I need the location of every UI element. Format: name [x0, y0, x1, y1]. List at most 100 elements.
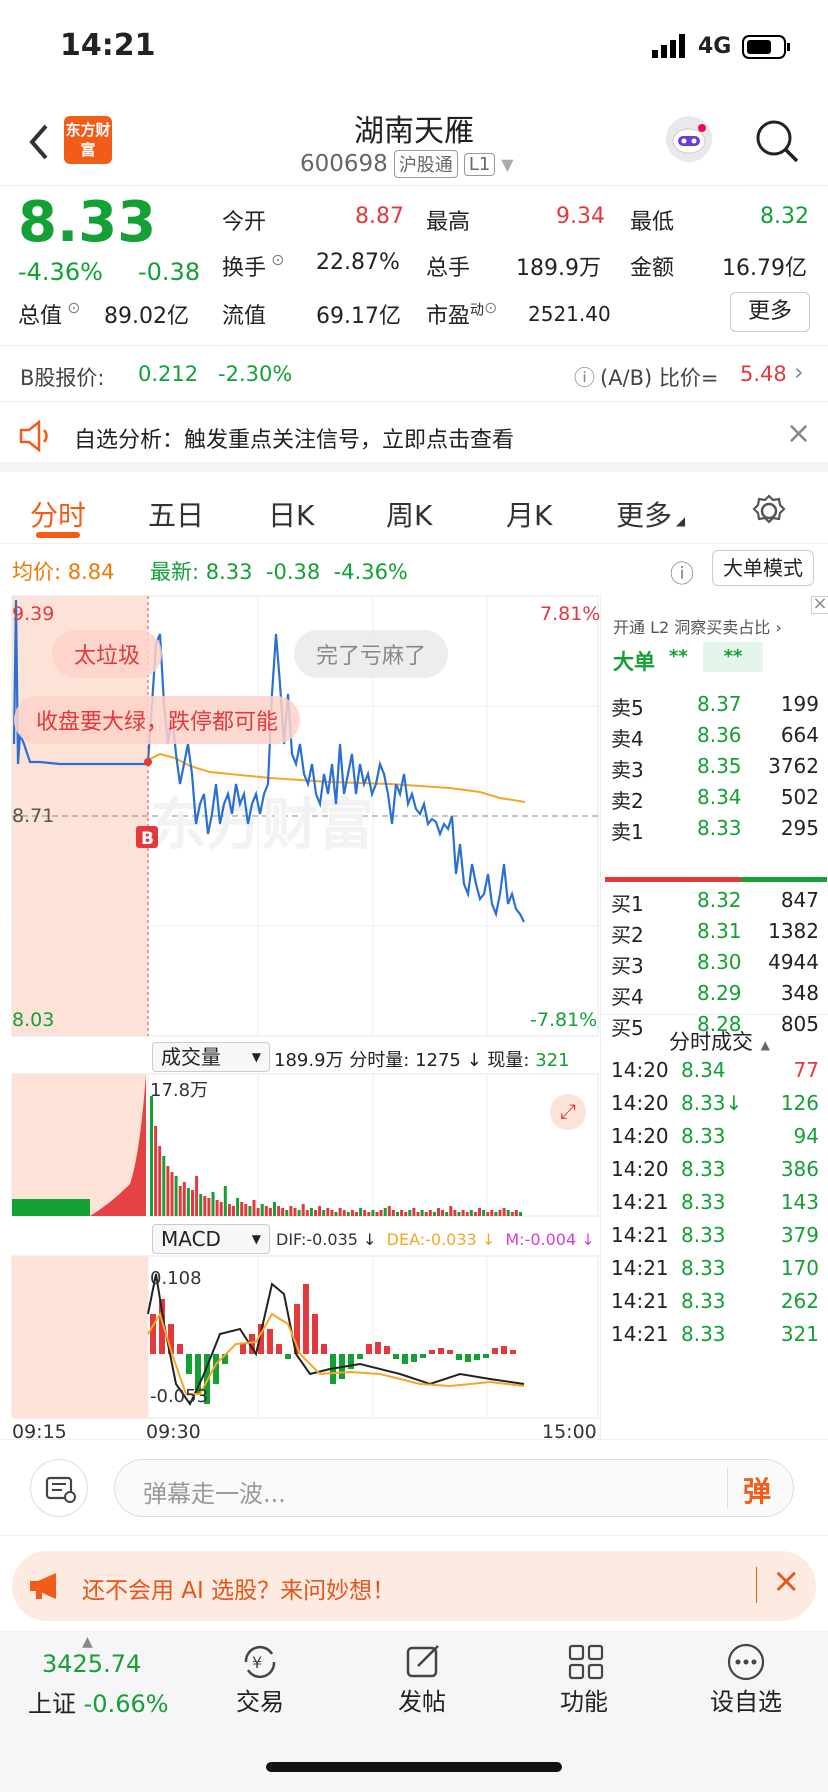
info-icon[interactable]: ⊙ — [266, 250, 284, 269]
volume-bar — [396, 1212, 399, 1216]
volume-bar — [158, 1146, 162, 1216]
volume-bar — [191, 1190, 194, 1216]
trade-time: 14:20 — [611, 1058, 669, 1082]
buy-level-row[interactable]: 买3 8.30 4944 — [601, 950, 828, 981]
avg-price: 均价: 8.84 — [12, 560, 115, 584]
index-value[interactable]: 3425.74 — [42, 1650, 141, 1678]
b-share-row[interactable]: B股报价: 0.212 -2.30% ⓘ (A/B) 比价= 5.48 › — [0, 346, 828, 402]
big-order-mode-button[interactable]: 大单模式 — [712, 550, 814, 586]
close-icon[interactable]: × — [786, 416, 811, 451]
level-price: 8.37 — [697, 692, 742, 716]
trades-title[interactable]: 分时成交 ▲ — [669, 1026, 770, 1056]
trade-volume: 321 — [780, 1322, 819, 1346]
trade-price: 8.33 — [681, 1223, 726, 1247]
buy-order-book: 买1 8.32 847 买2 8.31 1382 买3 8.30 4944 买4 8.29 348 买5… — [601, 882, 828, 1043]
search-icon[interactable] — [754, 118, 800, 168]
ab-ratio-value: 5.48 — [740, 362, 787, 386]
big-order-label: 大单 — [613, 650, 655, 674]
nav-post[interactable]: 发帖 — [398, 1682, 446, 1717]
volume-bar — [408, 1210, 412, 1216]
tab-monthly-k[interactable]: 月K — [506, 494, 552, 534]
settings-gear-icon[interactable] — [752, 494, 786, 532]
nav-functions[interactable]: 功能 — [560, 1682, 608, 1717]
more-dots-icon[interactable] — [726, 1642, 766, 1686]
level-label: 卖2 — [611, 789, 644, 813]
nav-trade[interactable]: 交易 — [236, 1682, 284, 1717]
tab-daily-k[interactable]: 日K — [268, 494, 314, 534]
trade-price: 8.34 — [681, 1058, 726, 1082]
more-button[interactable]: 更多 — [730, 292, 810, 332]
trade-row: 14:21 8.33 143 — [601, 1190, 828, 1223]
macd-bar — [447, 1350, 453, 1354]
sell-level-row[interactable]: 卖5 8.37 199 — [601, 692, 828, 723]
sell-level-row[interactable]: 卖1 8.33 295 — [601, 816, 828, 847]
sell-level-row[interactable]: 卖3 8.35 3762 — [601, 754, 828, 785]
trade-time: 14:20 — [611, 1124, 669, 1148]
help-icon[interactable]: ⓘ — [670, 554, 694, 589]
volume-bar — [338, 1208, 342, 1216]
volume-bar — [244, 1204, 248, 1216]
divider — [727, 1468, 728, 1508]
trade-list: 14:20 8.34 77 14:20 8.33↓ 126 14:20 8.33 94 14:20… — [601, 1058, 828, 1355]
index-row[interactable]: 上证 -0.66% — [28, 1684, 169, 1719]
danmaku-settings-icon[interactable] — [30, 1459, 88, 1517]
level-volume: 4944 — [768, 950, 819, 974]
trade-time: 14:20 — [611, 1091, 669, 1115]
robot-assistant-icon[interactable] — [666, 116, 712, 162]
close-icon[interactable]: × — [772, 1561, 801, 1601]
macd-indicator-select[interactable]: MACD ▼ — [152, 1224, 270, 1254]
amount-label: 金额 — [630, 256, 675, 281]
tab-intraday[interactable]: 分时 — [30, 494, 86, 534]
tab-five-day[interactable]: 五日 — [148, 494, 204, 534]
volume-bar — [260, 1204, 264, 1216]
danmaku-input[interactable]: 弹幕走一波... 弹 — [114, 1459, 794, 1517]
float-label: 流值 — [222, 304, 267, 329]
close-icon[interactable]: × — [811, 595, 828, 614]
danmaku-bubble[interactable]: 完了亏麻了 — [294, 630, 449, 678]
danmaku-bubble[interactable]: 太垃圾 — [52, 630, 163, 678]
level2-promo[interactable]: 开通 L2 洞察买卖占比 › — [613, 614, 782, 638]
volume-bar — [383, 1208, 387, 1216]
tab-more[interactable]: 更多 ◢ — [616, 494, 685, 534]
buy-level-row[interactable]: 买4 8.29 348 — [601, 981, 828, 1012]
tab-weekly-k[interactable]: 周K — [386, 494, 432, 534]
intraday-chart[interactable]: 东方财富 B 9.39 8.71 8.03 7.81% -7.81% 17.8万… — [0, 594, 828, 1439]
ai-banner[interactable]: 还不会用 AI 选股？来问妙想！ × — [12, 1551, 816, 1621]
auction-dot — [144, 758, 152, 766]
level-price: 8.30 — [697, 950, 742, 974]
expand-icon[interactable]: ⤢ — [550, 1094, 586, 1130]
low-label: 最低 — [630, 210, 675, 235]
signal-notice[interactable]: 自选分析：触发重点关注信号，立即点击查看 × — [0, 402, 828, 472]
help-icon[interactable]: ⓘ — [574, 362, 595, 392]
sell-level-row[interactable]: 卖4 8.36 664 — [601, 723, 828, 754]
y-axis-bottom: 8.03 — [12, 1009, 54, 1031]
open-value: 8.87 — [355, 204, 404, 229]
volume-indicator-select[interactable]: 成交量 ▼ — [152, 1042, 270, 1072]
trade-time: 14:21 — [611, 1190, 669, 1214]
volume-bar — [465, 1212, 469, 1216]
info-icon[interactable]: ⊙ — [484, 298, 497, 317]
send-danmaku-button[interactable]: 弹 — [743, 1470, 771, 1510]
danmaku-bubble[interactable]: 收盘要大绿，跌停都可能 — [14, 696, 301, 744]
notice-text: 自选分析：触发重点关注信号，立即点击查看 — [74, 428, 515, 453]
dropdown-icon: ▼ — [251, 1050, 261, 1064]
macd-bar — [375, 1342, 381, 1354]
trade-row: 14:21 8.33 262 — [601, 1289, 828, 1322]
nav-add-watchlist[interactable]: 设自选 — [710, 1682, 782, 1717]
x-axis-start: 09:15 — [12, 1421, 67, 1439]
trade-time: 14:21 — [611, 1322, 669, 1346]
buy-level-row[interactable]: 买2 8.31 1382 — [601, 919, 828, 950]
speaker-icon — [18, 419, 54, 456]
sell-level-row[interactable]: 卖2 8.34 502 — [601, 785, 828, 816]
change-amount: -0.38 — [138, 258, 201, 286]
info-icon[interactable]: ⊙ — [62, 298, 80, 317]
grid-menu-icon[interactable] — [566, 1642, 606, 1686]
b-share-price: 0.212 — [138, 362, 199, 386]
trade-time: 14:20 — [611, 1157, 669, 1181]
volume-bar — [211, 1192, 215, 1216]
buy-level-row[interactable]: 买1 8.32 847 — [601, 888, 828, 919]
post-edit-icon[interactable] — [404, 1642, 444, 1686]
trade-icon[interactable]: ¥ — [238, 1642, 282, 1686]
stock-code-row[interactable]: 600698 沪股通 L1 ▼ — [300, 150, 514, 178]
macd-bar — [402, 1354, 408, 1364]
